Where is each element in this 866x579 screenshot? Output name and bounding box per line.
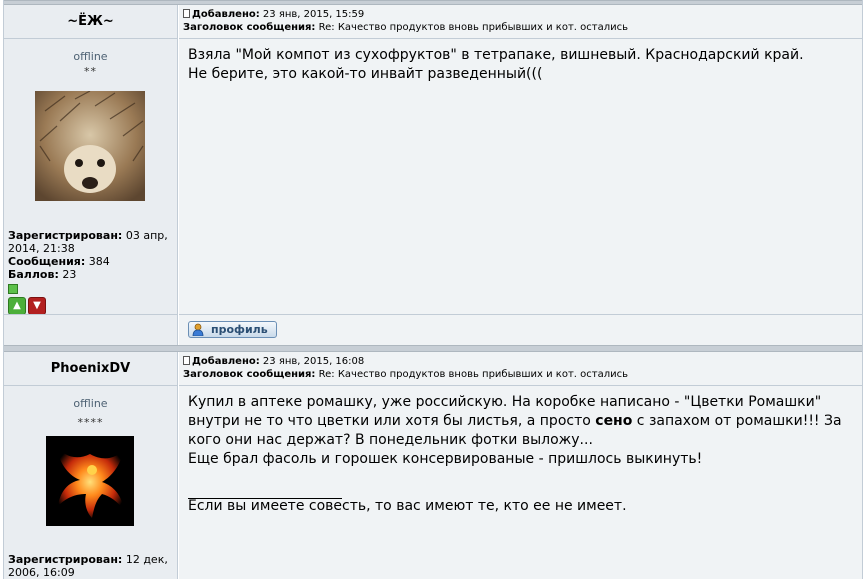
- registered-line: Зарегистрирован: 03 апр,: [8, 229, 174, 242]
- hedgehog-icon: [35, 90, 145, 201]
- forum-thread: ~ЁЖ~ Добавлено: 23 янв, 2015, 15:59 Заго…: [3, 0, 863, 579]
- post-footer: профиль: [179, 314, 862, 345]
- author-info: offline **** Зарегистрирован: 12 дек, 20…: [4, 386, 178, 579]
- points-label: Баллов:: [8, 268, 59, 281]
- post-author-name[interactable]: ~ЁЖ~: [4, 5, 178, 39]
- post-text-line: Еще брал фасоль и горошек консервированы…: [188, 451, 703, 467]
- vote-buttons: ▲ ▼: [8, 297, 174, 315]
- post-icon: [183, 356, 190, 365]
- subject-label: Заголовок сообщения:: [183, 22, 316, 33]
- username[interactable]: ~ЁЖ~: [67, 14, 114, 29]
- post-subject: Re: Качество продуктов вновь прибывших и…: [318, 369, 628, 380]
- subject-label: Заголовок сообщения:: [183, 369, 316, 380]
- author-stats: Зарегистрирован: 12 дек, 2006, 16:09: [8, 553, 174, 579]
- post-date-line: Добавлено: 23 янв, 2015, 16:08: [183, 355, 862, 368]
- messages-count: 384: [88, 255, 110, 268]
- post-text-line: внутри не то что цветки или хотя бы лист…: [188, 413, 842, 429]
- rank-stars: **: [84, 65, 97, 78]
- author-info: offline ** Зарегистрирован: 03 апр, 2014…: [4, 39, 178, 315]
- post-text-line: Купил в аптеке ромашку, уже российскую. …: [188, 394, 822, 410]
- online-status: offline: [73, 50, 108, 63]
- added-label: Добавлено:: [192, 9, 260, 20]
- thumbs-down-icon[interactable]: ▼: [28, 297, 46, 315]
- user-icon: [192, 323, 204, 336]
- phoenix-icon: [46, 436, 134, 526]
- post-text-line: кого они нас держат? В понедельник фотки…: [188, 432, 593, 448]
- registered-line: Зарегистрирован: 12 дек,: [8, 553, 174, 566]
- thumbs-up-icon[interactable]: ▲: [8, 297, 26, 315]
- registered-label: Зарегистрирован:: [8, 553, 123, 566]
- post-body: Купил в аптеке ромашку, уже российскую. …: [179, 386, 862, 579]
- post-body: Взяла "Мой компот из сухофруктов" в тетр…: [179, 39, 862, 314]
- post-date: 23 янв, 2015, 15:59: [262, 9, 365, 20]
- registered-label: Зарегистрирован:: [8, 229, 123, 242]
- points-line: Баллов: 23: [8, 268, 174, 281]
- post-date: 23 янв, 2015, 16:08: [262, 356, 365, 367]
- post-text-line: Взяла "Мой компот из сухофруктов" в тетр…: [188, 47, 804, 63]
- online-status: offline: [73, 397, 108, 410]
- post-text-line: Не берите, это какой-то инвайт разведенн…: [188, 66, 543, 82]
- post-author-name[interactable]: PhoenixDV: [4, 352, 178, 386]
- points-count: 23: [62, 268, 77, 281]
- rank-indicator: [8, 284, 18, 294]
- profile-button[interactable]: профиль: [188, 321, 277, 338]
- bold-word: сено: [595, 413, 633, 429]
- messages-line: Сообщения: 384: [8, 255, 174, 268]
- registered-date: 12 дек,: [125, 553, 168, 566]
- registered-date: 03 апр,: [125, 229, 168, 242]
- post-separator: [4, 345, 862, 352]
- registered-time: 2014, 21:38: [8, 242, 75, 255]
- post-subject-line: Заголовок сообщения: Re: Качество продук…: [183, 368, 862, 381]
- post-footer-left: [4, 314, 178, 345]
- registered-time: 2006, 16:09: [8, 566, 75, 579]
- post-date-line: Добавлено: 23 янв, 2015, 15:59: [183, 8, 862, 21]
- post-header: Добавлено: 23 янв, 2015, 15:59 Заголовок…: [179, 5, 862, 39]
- post-header: Добавлено: 23 янв, 2015, 16:08 Заголовок…: [179, 352, 862, 386]
- author-stats: Зарегистрирован: 03 апр, 2014, 21:38 Соо…: [8, 229, 174, 315]
- signature: Если вы имеете совесть, то вас имеют те,…: [188, 498, 627, 514]
- added-label: Добавлено:: [192, 356, 260, 367]
- post-subject-line: Заголовок сообщения: Re: Качество продук…: [183, 21, 862, 34]
- post-subject: Re: Качество продуктов вновь прибывших и…: [318, 22, 628, 33]
- post-icon: [183, 9, 190, 18]
- avatar: [35, 90, 145, 201]
- avatar: [46, 436, 134, 526]
- rank-stars: ****: [77, 416, 104, 429]
- messages-label: Сообщения:: [8, 255, 86, 268]
- username[interactable]: PhoenixDV: [51, 361, 130, 376]
- profile-label: профиль: [211, 323, 268, 336]
